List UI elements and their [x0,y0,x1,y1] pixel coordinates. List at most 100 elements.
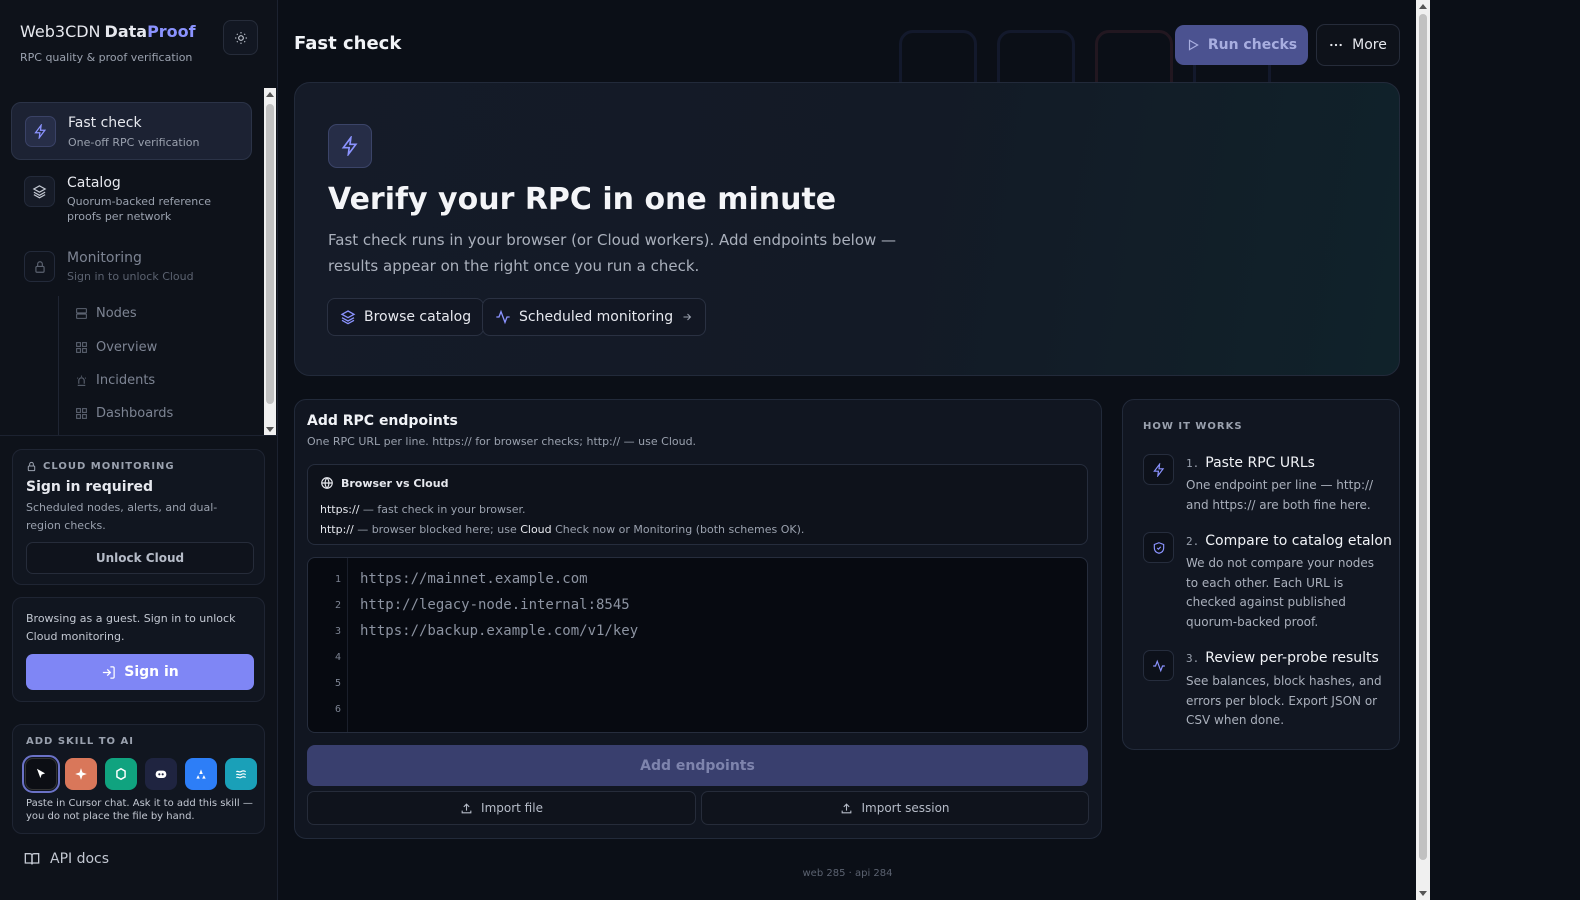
page-title: Fast check [294,33,402,54]
https-scheme: https:// [320,503,360,516]
line-number: 3 [334,626,341,637]
step-description: See balances, block hashes, and errors p… [1186,674,1382,727]
upload-icon [840,802,853,815]
browser-vs-cloud-label: Browser vs Cloud [341,476,449,490]
main-content: Fast check Run checks More Verify your R… [279,0,1416,900]
unlock-cloud-button[interactable]: Unlock Cloud [26,542,254,574]
more-menu-button[interactable]: More [1316,24,1400,66]
line-number: 6 [334,704,341,715]
upload-icon [460,802,473,815]
sidebar-item-label: Catalog [67,175,121,191]
cloud-monitoring-label: CLOUD MONITORING [26,461,175,472]
browser-vs-cloud-note: Browser vs Cloud https:// — fast check i… [307,464,1088,545]
add-endpoints-subtitle: One RPC URL per line. https:// for brows… [307,435,697,448]
run-checks-label: Run checks [1207,37,1298,53]
sidebar-item-sub: Quorum-backed reference proofs per netwo… [67,195,212,223]
run-checks-button[interactable]: Run checks [1175,25,1308,65]
add-endpoints-card: Add RPC endpoints One RPC URL per line. … [294,399,1102,839]
sidebar-subitem-nodes[interactable]: Nodes [75,302,137,324]
api-docs-link[interactable]: API docs [24,851,109,867]
browse-catalog-button[interactable]: Browse catalog [327,298,485,336]
scrollbar-thumb[interactable] [1419,14,1427,860]
hero-heading: Verify your RPC in one minute [328,182,837,217]
activity-icon [495,309,511,325]
endpoints-editor[interactable]: 1 2 3 4 5 6 https://mainnet.example.com … [307,557,1088,733]
hero-card: Verify your RPC in one minute Fast check… [294,82,1400,376]
endpoint-line[interactable]: https://backup.example.com/v1/key [360,623,638,639]
version-footer: web 285 · api 284 [802,868,893,879]
browse-catalog-label: Browse catalog [364,309,472,325]
bolt-icon [328,124,372,168]
sidebar-subitem-overview[interactable]: Overview [75,336,157,358]
import-file-button[interactable]: Import file [307,791,696,825]
sidebar-nav: Fast check One-off RPC verification Cata… [0,88,278,438]
how-it-works-label: HOW IT WORKS [1143,421,1243,432]
copilot-ai-icon[interactable] [145,758,177,790]
cursor-ai-icon[interactable] [22,755,60,793]
add-endpoints-title: Add RPC endpoints [307,413,458,429]
step-title-text: Review per-probe results [1205,650,1379,666]
cloud-label-text: CLOUD MONITORING [43,461,175,472]
scroll-down-arrow-icon[interactable] [266,427,274,432]
claude-ai-icon[interactable] [65,758,97,790]
gemini-ai-icon[interactable] [185,758,217,790]
page-scrollbar[interactable] [1416,0,1430,900]
nav-tree-line [58,296,59,436]
scroll-up-arrow-icon[interactable] [1419,4,1427,9]
book-icon [24,851,40,867]
endpoint-line[interactable]: https://mainnet.example.com [360,571,588,587]
step-number: 3. [1186,652,1200,665]
how-it-works-card: HOW IT WORKS 1. Paste RPC URLs One endpoi… [1122,399,1400,750]
sidebar-subitem-label: Overview [96,339,158,355]
viewport-margin [1430,0,1580,900]
windsurf-ai-icon[interactable] [225,758,257,790]
scheduled-monitoring-button[interactable]: Scheduled monitoring [482,298,707,336]
sidebar-item-sub: One-off RPC verification [68,136,200,149]
sidebar: Web3CDN DataProof RPC quality & proof ver… [0,0,278,900]
grid-icon [75,407,88,420]
sidebar-subitem-dashboards[interactable]: Dashboards [75,402,173,424]
theme-toggle-button[interactable] [223,20,258,55]
scroll-up-arrow-icon[interactable] [266,92,274,97]
sign-in-button[interactable]: Sign in [26,654,254,690]
layers-icon [340,309,356,325]
sidebar-item-fast-check[interactable]: Fast check One-off RPC verification [11,102,252,160]
sign-in-label: Sign in [124,664,179,680]
sidebar-item-monitoring[interactable]: Monitoring Sign in to unlock Cloud [11,243,252,291]
guest-text: Browsing as a guest. Sign in to unlock C… [26,612,236,643]
cloud-monitoring-card: CLOUD MONITORING Sign in required Schedu… [12,449,265,585]
import-session-button[interactable]: Import session [701,791,1089,825]
sidebar-subitem-incidents[interactable]: Incidents [75,369,155,391]
sidebar-subitem-label: Nodes [96,305,137,321]
step-title: 2. Compare to catalog etalon [1186,533,1392,549]
divider [0,435,278,436]
endpoint-line[interactable]: http://legacy-node.internal:8545 [360,597,630,613]
sidebar-item-label: Fast check [68,115,142,131]
shield-check-icon [1143,532,1174,563]
add-skill-card: ADD SKILL TO AI Paste in Cursor chat. As… [12,724,265,834]
add-endpoints-button[interactable]: Add endpoints [307,745,1088,786]
line-number: 2 [334,600,341,611]
more-dots-icon [1329,38,1343,52]
scroll-down-arrow-icon[interactable] [1419,891,1427,896]
chatgpt-ai-icon[interactable] [105,758,137,790]
siren-icon [75,374,88,387]
sidebar-item-catalog[interactable]: Catalog Quorum-backed reference proofs p… [11,168,252,230]
line-2-text-a: — browser blocked here; use [353,523,521,536]
brand-part3: Proof [147,22,196,41]
import-file-label: Import file [481,801,543,815]
server-icon [75,307,88,320]
cloud-title: Sign in required [26,479,153,495]
sidebar-item-label: Monitoring [67,250,142,266]
activity-icon [1143,650,1174,681]
play-icon [1186,38,1200,52]
bolt-icon [1143,454,1174,485]
scrollbar-thumb[interactable] [266,104,274,404]
browser-vs-cloud-title: Browser vs Cloud [320,476,448,490]
sidebar-scrollbar[interactable] [264,88,276,436]
line-1-text: — fast check in your browser. [359,503,526,516]
line-2-text-b: Check now or Monitoring (both schemes OK… [551,523,805,536]
step-description: One endpoint per line — http:// and http… [1186,478,1374,512]
browser-vs-cloud-line-1: https:// — fast check in your browser. [320,503,526,516]
brand-logo[interactable]: Web3CDN DataProof [20,22,196,41]
